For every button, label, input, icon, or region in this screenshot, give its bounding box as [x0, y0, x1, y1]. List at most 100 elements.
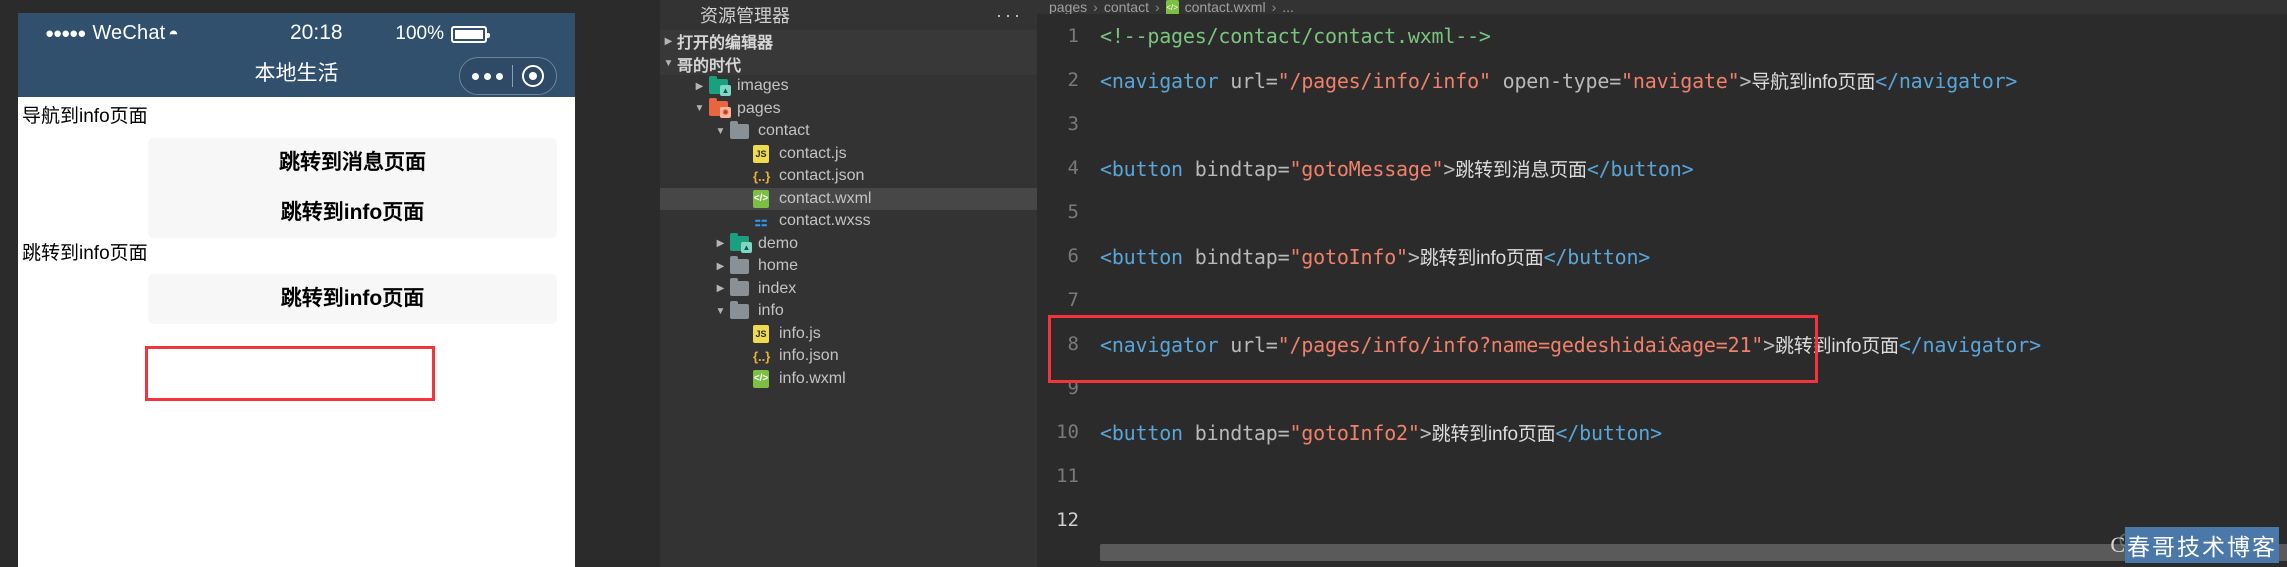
- tree-folder-images[interactable]: ▶ ▲ images: [660, 75, 1037, 98]
- code-line[interactable]: 4 <button bindtap="gotoMessage">跳转到消息页面</…: [1037, 146, 2287, 190]
- carrier-label: WeChat: [92, 22, 166, 44]
- tree-folder-pages[interactable]: ▼ ✺ pages: [660, 98, 1037, 121]
- token-tag: <button: [1100, 244, 1183, 269]
- tree-folder-demo[interactable]: ▶ ▲ demo: [660, 233, 1037, 256]
- line-number: 10: [1056, 421, 1079, 443]
- section-label: 哥的时代: [677, 57, 742, 75]
- battery-full-icon: [451, 25, 490, 43]
- chevron-right-icon[interactable]: ▶: [712, 261, 729, 272]
- chevron-right-icon[interactable]: ▶: [712, 283, 729, 294]
- status-clock: 20:18: [290, 21, 343, 44]
- line-number: 11: [1056, 465, 1079, 487]
- folder-icon: [729, 278, 751, 297]
- wxss-icon: ⚏: [754, 212, 768, 230]
- tree-file-contact-wxml[interactable]: </> contact.wxml: [660, 187, 1037, 210]
- code-area[interactable]: 1 <!--pages/contact/contact.wxml--> 2 <navi…: [1037, 14, 2287, 567]
- tree-item-label: images: [737, 77, 789, 95]
- phone-frame: ●●●●● WeChat ◓ 20:18 100% 本地生活 导航到info页面…: [18, 13, 575, 567]
- wechat-capsule-bar[interactable]: [459, 57, 557, 95]
- chevron-right-icon[interactable]: ▶: [660, 36, 677, 47]
- line-source: <button bindtap="gotoInfo">跳转到info页面</bu…: [1087, 243, 1650, 270]
- target-circle-icon[interactable]: [522, 65, 544, 87]
- watermark-text: 春哥技术博客: [2125, 527, 2279, 563]
- breadcrumb-item[interactable]: ...: [1282, 0, 1294, 14]
- tree-file-contact-json[interactable]: {..} contact.json: [660, 165, 1037, 188]
- token-tag: <button: [1100, 156, 1183, 181]
- breadcrumb-item[interactable]: contact: [1104, 0, 1149, 14]
- tree-file-contact-wxss[interactable]: ⚏ contact.wxss: [660, 210, 1037, 233]
- breadcrumb-separator: ›: [1093, 0, 1098, 14]
- token-tag: </navigator>: [1875, 68, 2018, 93]
- simulator-page-content: 导航到info页面 跳转到消息页面 跳转到info页面 跳转到info页面 跳转…: [18, 97, 575, 567]
- chevron-down-icon[interactable]: ▼: [712, 306, 729, 317]
- tree-file-info-json[interactable]: {..} info.json: [660, 345, 1037, 368]
- explorer-header: 资源管理器 ···: [660, 0, 1037, 30]
- token-punc: >: [1419, 420, 1432, 445]
- tree-folder-info[interactable]: ▼ info: [660, 300, 1037, 323]
- token-txt: 跳转到info页面: [1419, 247, 1544, 269]
- line-number: 8: [1067, 333, 1079, 355]
- token-tag: </button>: [1543, 244, 1651, 269]
- breadcrumb[interactable]: pages › contact › </> contact.wxml ›...: [1037, 0, 2287, 14]
- tree-folder-home[interactable]: ▶ home: [660, 255, 1037, 278]
- more-dots-icon[interactable]: [472, 72, 503, 80]
- token-attr: bindtap=: [1182, 244, 1290, 269]
- tree-folder-contact[interactable]: ▼ contact: [660, 120, 1037, 143]
- token-cmt: <!--pages/contact/contact.wxml-->: [1100, 24, 1491, 48]
- chevron-right-icon[interactable]: ▶: [712, 238, 729, 249]
- wifi-icon: ◓: [168, 23, 179, 43]
- folder-icon: [729, 255, 751, 275]
- chevron-down-icon[interactable]: ▼: [712, 126, 729, 137]
- json-icon: {..}: [753, 168, 771, 184]
- button-goto-message[interactable]: 跳转到消息页面: [148, 137, 557, 188]
- button-goto-info2[interactable]: 跳转到info页面: [148, 274, 557, 325]
- breadcrumb-item[interactable]: contact.wxml: [1185, 0, 1266, 14]
- explorer-section-project[interactable]: ▼ 哥的时代: [660, 52, 1037, 75]
- code-line[interactable]: 3: [1037, 102, 2287, 146]
- code-line[interactable]: 1 <!--pages/contact/contact.wxml-->: [1037, 14, 2287, 58]
- line-source: <navigator url="/pages/info/info?name=ge…: [1087, 331, 2041, 358]
- button-goto-info[interactable]: 跳转到info页面: [148, 187, 557, 238]
- line-number: 5: [1067, 201, 1079, 223]
- code-line[interactable]: 10 <button bindtap="gotoInfo2">跳转到info页面<…: [1037, 410, 2287, 454]
- code-line[interactable]: 7: [1037, 278, 2287, 322]
- code-line[interactable]: 12: [1037, 498, 2287, 542]
- token-attr: url=: [1218, 68, 1278, 93]
- navigator-link-1[interactable]: 导航到info页面: [18, 101, 575, 130]
- chevron-down-icon[interactable]: ▼: [660, 58, 677, 69]
- js-icon: JS: [750, 325, 772, 344]
- tree-item-label: info: [758, 302, 784, 320]
- code-line[interactable]: 5: [1037, 190, 2287, 234]
- code-line[interactable]: 2 <navigator url="/pages/info/info" open-…: [1037, 58, 2287, 102]
- token-tag: </navigator>: [1898, 332, 2041, 357]
- horizontal-scrollbar[interactable]: [1100, 544, 2287, 561]
- tree-item-label: contact: [758, 122, 810, 140]
- tree-file-info-js[interactable]: JS info.js: [660, 323, 1037, 346]
- explorer-section-open-editors[interactable]: ▶ 打开的编辑器: [660, 30, 1037, 53]
- code-line[interactable]: 9: [1037, 366, 2287, 410]
- tree-file-info-wxml[interactable]: </> info.wxml: [660, 368, 1037, 391]
- navigator-link-2[interactable]: 跳转到info页面: [18, 238, 575, 267]
- chevron-down-icon[interactable]: ▼: [691, 103, 708, 114]
- line-source: <button bindtap="gotoMessage">跳转到消息页面</b…: [1087, 155, 1694, 182]
- code-line[interactable]: 6 <button bindtap="gotoInfo">跳转到info页面</b…: [1037, 234, 2287, 278]
- chevron-right-icon[interactable]: ▶: [691, 81, 708, 92]
- code-line[interactable]: 8 <navigator url="/pages/info/info?name=g…: [1037, 322, 2287, 366]
- token-tag: <button: [1100, 420, 1183, 445]
- token-punc: >: [1763, 332, 1775, 357]
- line-number: 9: [1067, 377, 1079, 399]
- folder-icon: [729, 300, 751, 320]
- tree-item-label: contact.wxss: [779, 212, 871, 230]
- breadcrumb-item[interactable]: pages: [1049, 0, 1087, 14]
- code-line[interactable]: 11: [1037, 454, 2287, 498]
- token-tag: <navigator: [1100, 332, 1219, 357]
- tree-item-label: info.wxml: [779, 369, 846, 387]
- tree-folder-index[interactable]: ▶ index: [660, 278, 1037, 301]
- more-actions-icon[interactable]: ···: [996, 5, 1023, 26]
- token-str: "gotoInfo2": [1289, 420, 1420, 445]
- tree-item-label: info.json: [779, 347, 839, 365]
- line-number: 3: [1067, 113, 1079, 135]
- folder-icon: [729, 120, 751, 140]
- tree-file-contact-js[interactable]: JS contact.js: [660, 143, 1037, 166]
- line-number: 6: [1067, 245, 1079, 267]
